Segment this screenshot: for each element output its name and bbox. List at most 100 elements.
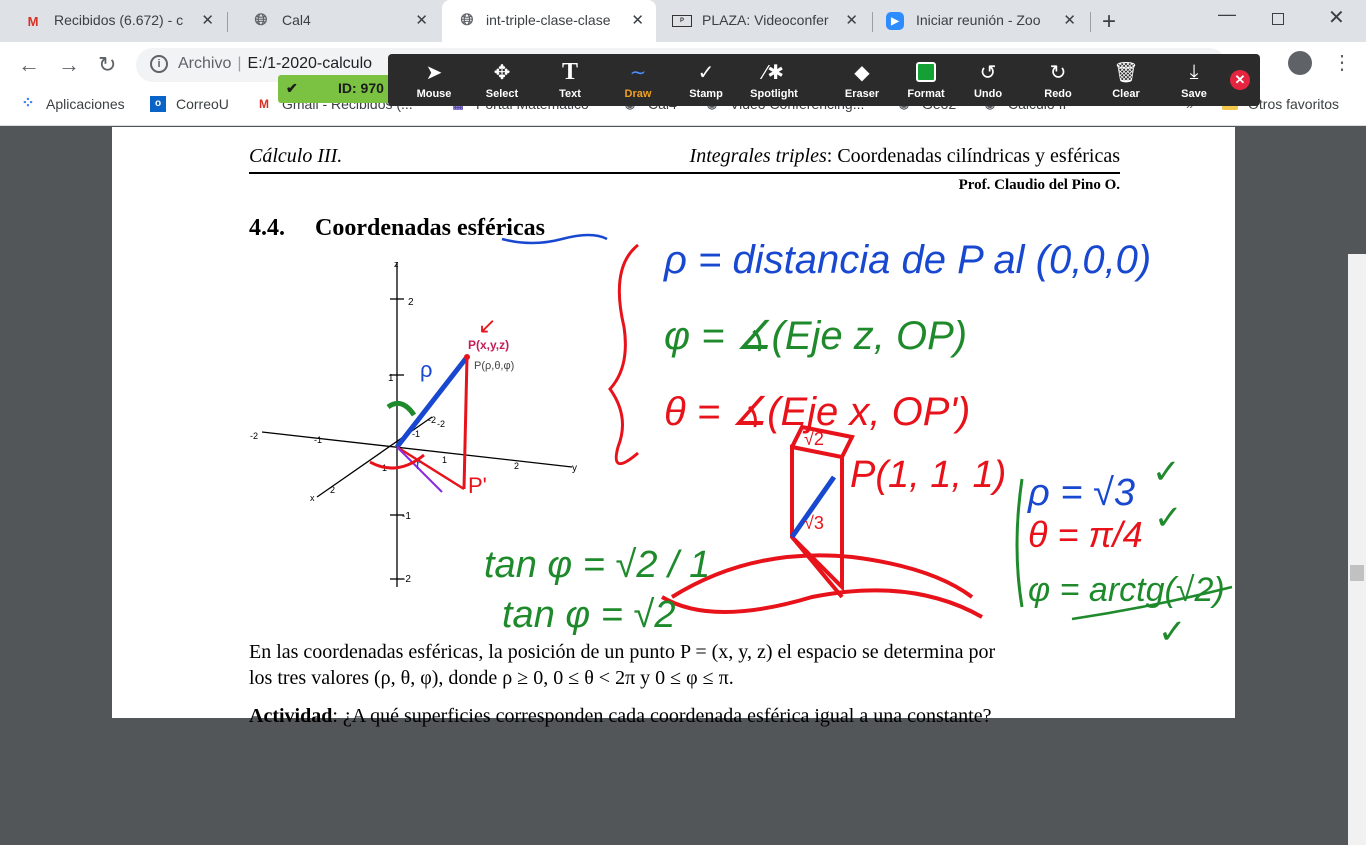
eraser-icon: ◆ [854, 61, 870, 84]
close-icon[interactable]: ✕ [631, 11, 644, 29]
tab-cal4[interactable]: 🌐︎ Cal4 ✕ [228, 0, 440, 42]
tool-spotlight[interactable]: ⁄✱ Spotlight [740, 54, 808, 106]
tool-select[interactable]: ✥ Select [468, 54, 536, 106]
info-icon[interactable]: i [150, 55, 168, 73]
address-text: Archivo | E:/1-2020-calculo [178, 55, 373, 72]
hw-brace [608, 243, 639, 465]
tool-undo[interactable]: ↺ Undo [954, 54, 1022, 106]
gmail-icon: M [259, 97, 269, 111]
tab-label: Cal4 [282, 12, 311, 28]
tool-label: Save [1181, 88, 1207, 100]
scrollbar-thumb[interactable] [1350, 565, 1364, 581]
close-icon[interactable]: ✕ [1063, 11, 1076, 29]
annotation-toolbar: ➤ Mouse ✥ Select T Text ∼ Draw ✓ Stamp ⁄… [388, 54, 1260, 106]
tool-draw[interactable]: ∼ Draw [604, 54, 672, 106]
tab-strip: M Recibidos (6.672) - c ✕ 🌐︎ Cal4 ✕ 🌐︎ i… [0, 0, 1366, 42]
hw-check: ✓ [1158, 613, 1187, 651]
tab-plaza[interactable]: P PLAZA: Videoconfer ✕ [658, 0, 870, 42]
address-path: E:/1-2020-calculo [247, 55, 373, 72]
hw-tan2: tan φ = √2 [502, 594, 675, 636]
tab-label: Recibidos (6.672) - c [54, 12, 184, 28]
address-scheme: Archivo [178, 55, 232, 72]
tool-clear[interactable]: 🗑︎ Clear [1092, 54, 1160, 106]
tab-zoom[interactable]: ▶ Iniciar reunión - Zoo ✕ [874, 0, 1088, 42]
undo-icon: ↺ [979, 61, 997, 84]
hw-result-bracket [1015, 478, 1024, 608]
hw-rho-val: ρ = √3 [1027, 472, 1135, 514]
squiggle-icon: ∼ [629, 61, 647, 84]
close-icon[interactable]: ✕ [845, 11, 858, 29]
hw-check: ✓ [1152, 453, 1181, 491]
hw-phi-val: φ = arctg(√2) [1028, 571, 1225, 609]
tool-label: Draw [624, 88, 652, 100]
tool-redo[interactable]: ↻ Redo [1024, 54, 1092, 106]
close-icon[interactable]: ✕ [201, 11, 214, 29]
menu-kebab-icon[interactable]: ⋮ [1332, 50, 1352, 75]
back-icon[interactable]: ← [18, 52, 40, 78]
text-t-icon: T [561, 58, 578, 85]
hw-underline [501, 233, 608, 245]
tab-gmail[interactable]: M Recibidos (6.672) - c ✕ [0, 0, 226, 42]
redo-icon: ↻ [1049, 61, 1067, 84]
hw-check: ✓ [1154, 499, 1183, 537]
hw-sqrt2-small: √2 [804, 429, 824, 449]
vertical-scrollbar[interactable] [1348, 254, 1366, 845]
hw-point: P(1, 1, 1) [850, 454, 1006, 496]
tool-label: Spotlight [750, 88, 798, 100]
tool-label: Undo [973, 88, 1003, 100]
tab-int-triple[interactable]: 🌐︎ int-triple-clase-clase ✕ [442, 0, 656, 42]
forward-icon[interactable]: → [58, 52, 80, 78]
globe-icon: 🌐︎ [460, 12, 474, 29]
tool-label: Stamp [689, 88, 723, 100]
bookmark-label: Otros favoritos [1248, 96, 1340, 112]
hw-theta-val: θ = π/4 [1028, 514, 1143, 555]
outlook-icon: o [150, 96, 166, 112]
tab-separator [872, 12, 873, 32]
close-window-icon[interactable]: ✕ [1328, 5, 1345, 30]
cursor-icon: ➤ [425, 61, 443, 84]
hw-phi-def: φ = ∡(Eje z, OP) [664, 314, 967, 358]
spotlight-wand-icon: ⁄✱ [763, 61, 785, 84]
minimize-icon[interactable]: — [1218, 4, 1236, 25]
bookmark-apps[interactable]: ⁘ Aplicaciones [20, 95, 124, 113]
reload-icon[interactable]: ↻ [98, 52, 116, 78]
checkmark-icon: ✓ [697, 61, 715, 84]
bookmark-label: CorreoU [176, 96, 229, 112]
tool-eraser[interactable]: ◆ Eraser [828, 54, 896, 106]
tool-mouse[interactable]: ➤ Mouse [400, 54, 468, 106]
shield-check-icon: ✔ [286, 80, 298, 96]
plaza-icon: P [672, 15, 692, 27]
save-download-icon: ⤓ [1189, 60, 1199, 83]
meeting-id-badge[interactable]: ✔ ID: 970 [278, 75, 390, 103]
tool-save[interactable]: ⤓ Save [1160, 54, 1228, 106]
hw-theta-def: θ = ∡(Eje x, OP') [664, 390, 970, 434]
zoom-icon: ▶ [886, 12, 904, 30]
apps-grid-icon: ⁘ [21, 95, 35, 112]
handwriting-overlay: ρ = distancia de P al (0,0,0) φ = ∡(Eje … [484, 233, 1233, 651]
hw-tan1: tan φ = √2 / 1 [484, 544, 710, 586]
tool-label: Mouse [416, 88, 452, 100]
tool-text[interactable]: T Text [536, 54, 604, 106]
tool-label: Format [907, 88, 945, 100]
tab-label: PLAZA: Videoconfer [702, 12, 829, 28]
tool-label: Text [559, 88, 581, 100]
tool-format[interactable]: Format [892, 54, 960, 106]
globe-icon: 🌐︎ [254, 12, 268, 29]
hw-rho-def: ρ = distancia de P al (0,0,0) [663, 238, 1151, 282]
close-annotation-icon[interactable]: ✕ [1230, 70, 1250, 90]
tool-stamp[interactable]: ✓ Stamp [672, 54, 740, 106]
tool-label: Select [485, 88, 519, 100]
bookmark-correou[interactable]: o CorreoU [150, 96, 229, 112]
new-tab-button[interactable]: + [1102, 8, 1116, 36]
tab-label: int-triple-clase-clase [486, 12, 611, 28]
color-square-icon [892, 60, 960, 84]
format-color-swatch [916, 62, 936, 82]
tool-label: Clear [1112, 88, 1140, 100]
pdf-page: Cálculo III. Integrales triples: Coorden… [112, 127, 1235, 727]
profile-avatar[interactable] [1288, 51, 1312, 75]
restore-icon[interactable] [1272, 13, 1284, 25]
close-icon[interactable]: ✕ [415, 11, 428, 29]
gmail-icon: M [27, 13, 39, 29]
tool-label: Redo [1044, 88, 1072, 100]
tab-separator [1090, 12, 1091, 32]
